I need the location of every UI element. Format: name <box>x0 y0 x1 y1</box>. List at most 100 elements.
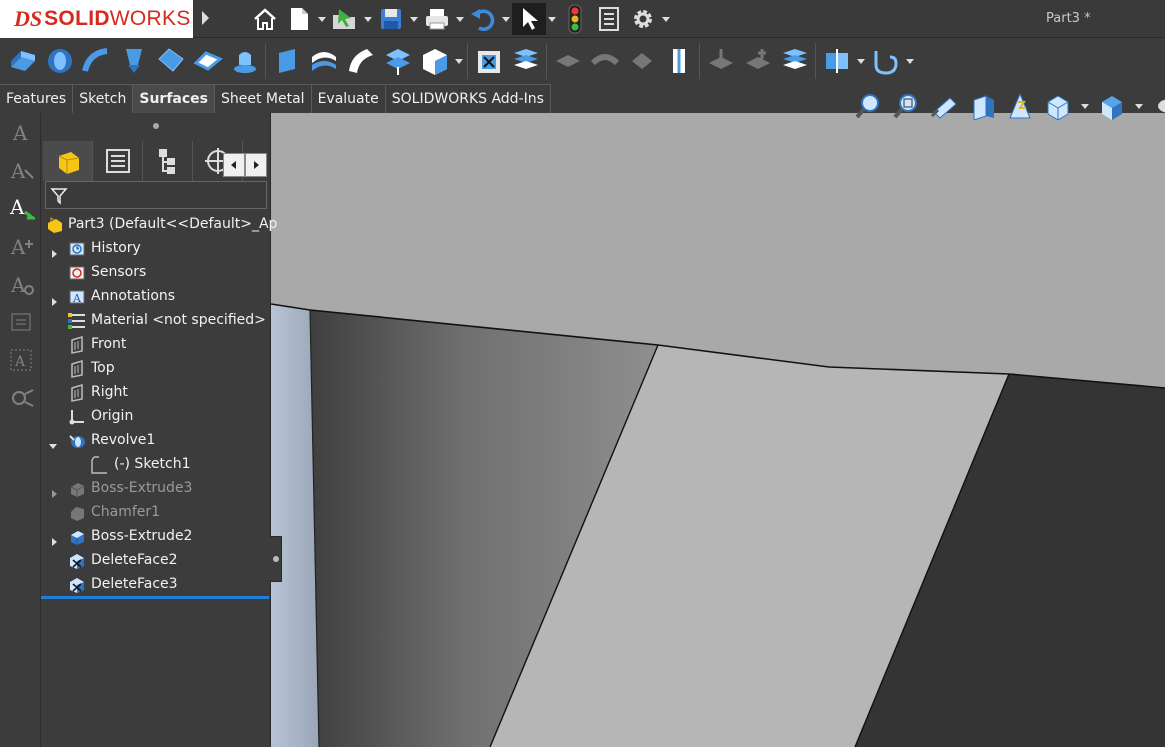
split-line-icon[interactable] <box>818 41 855 81</box>
tree-item-boss-extrude2[interactable]: Boss-Extrude2 <box>41 525 271 549</box>
note-icon[interactable]: A <box>0 151 41 189</box>
tab-evaluate[interactable]: Evaluate <box>311 84 386 113</box>
property-manager-tab-icon[interactable] <box>93 141 143 181</box>
tree-item-deleteface2[interactable]: DeleteFace2 <box>41 549 271 573</box>
save-icon[interactable] <box>374 3 408 35</box>
tree-item-right-plane[interactable]: Right <box>41 381 271 405</box>
revolved-surface-icon[interactable] <box>41 41 78 81</box>
thicken-icon[interactable] <box>660 41 697 81</box>
model-geometry[interactable] <box>271 113 1165 747</box>
view-orientation-dropdown[interactable] <box>1079 90 1091 122</box>
panel-resize-handle[interactable] <box>270 536 282 582</box>
tree-filter-field[interactable] <box>45 181 267 209</box>
section-view-icon[interactable] <box>965 89 999 123</box>
tree-item-chamfer1[interactable]: Chamfer1 <box>41 501 271 525</box>
select-arrow-icon[interactable] <box>512 3 546 35</box>
auto-dimension-icon[interactable]: A <box>0 189 41 227</box>
rollback-bar[interactable] <box>41 596 269 599</box>
tab-sheet-metal[interactable]: Sheet Metal <box>215 84 312 113</box>
zoom-to-area-icon[interactable] <box>889 89 923 123</box>
surface-flatten-icon[interactable] <box>379 41 416 81</box>
replace-face-icon[interactable] <box>470 41 507 81</box>
annotation-grid-icon[interactable]: A <box>0 227 41 265</box>
scroll-right-icon[interactable] <box>245 153 267 177</box>
save-dropdown[interactable] <box>408 3 420 35</box>
zoom-to-fit-icon[interactable] <box>851 89 885 123</box>
tab-features[interactable]: Features <box>0 84 74 113</box>
tree-item-part[interactable]: Part3 (Default<<Default>_Ap <box>41 213 277 237</box>
mid-surface-icon[interactable] <box>776 41 813 81</box>
open-dropdown[interactable] <box>362 3 374 35</box>
untrim-surface-icon[interactable] <box>586 41 623 81</box>
undo-dropdown[interactable] <box>500 3 512 35</box>
previous-view-icon[interactable] <box>927 89 961 123</box>
expand-arrow-icon[interactable] <box>49 484 59 498</box>
tree-item-sensors[interactable]: Sensors <box>41 261 271 285</box>
options-dropdown[interactable] <box>660 3 672 35</box>
tree-item-top-plane[interactable]: Top <box>41 357 271 381</box>
filter-icon[interactable] <box>50 187 68 209</box>
menu-expand-arrow-icon[interactable] <box>196 6 214 30</box>
scroll-left-icon[interactable] <box>223 153 245 177</box>
panel-grip[interactable] <box>41 113 271 139</box>
tree-item-annotations[interactable]: A Annotations <box>41 285 271 309</box>
display-style-icon[interactable] <box>1095 89 1129 123</box>
rebuild-traffic-light-icon[interactable] <box>558 3 592 35</box>
tree-item-sketch1[interactable]: (-) Sketch1 <box>41 453 271 477</box>
tab-surfaces[interactable]: Surfaces <box>133 84 215 113</box>
select-dropdown[interactable] <box>546 3 558 35</box>
delete-face-dropdown[interactable] <box>453 45 465 77</box>
filled-surface-icon[interactable] <box>189 41 226 81</box>
tab-solidworks-add-ins[interactable]: SOLIDWORKS Add-Ins <box>385 84 551 113</box>
print-icon[interactable] <box>420 3 454 35</box>
swept-surface-icon[interactable] <box>78 41 115 81</box>
cut-with-surface-icon[interactable] <box>702 41 739 81</box>
dynamic-annotation-view-icon[interactable] <box>1003 89 1037 123</box>
collapse-arrow-icon[interactable] <box>48 436 58 449</box>
expand-arrow-icon[interactable] <box>49 244 59 258</box>
feature-manager-tab-icon[interactable] <box>43 141 93 181</box>
delete-face-icon[interactable] <box>416 41 453 81</box>
home-icon[interactable] <box>248 3 282 35</box>
tree-item-material[interactable]: Material <not specified> <box>41 309 271 333</box>
smart-dimension-icon[interactable]: A <box>0 113 41 151</box>
expand-arrow-icon[interactable] <box>49 292 59 306</box>
hide-show-items-icon[interactable] <box>1149 89 1165 123</box>
open-document-icon[interactable] <box>328 3 362 35</box>
tree-item-origin[interactable]: Origin <box>41 405 271 429</box>
geometric-tolerance-icon[interactable]: A <box>0 341 41 379</box>
tab-sketch[interactable]: Sketch <box>73 84 134 113</box>
tree-item-history[interactable]: History <box>41 237 271 261</box>
split-line-dropdown[interactable] <box>855 45 867 77</box>
print-dropdown[interactable] <box>454 3 466 35</box>
undo-icon[interactable] <box>466 3 500 35</box>
extend-surface-icon[interactable] <box>507 41 544 81</box>
curves-dropdown[interactable] <box>904 45 916 77</box>
configuration-manager-tab-icon[interactable] <box>143 141 193 181</box>
expand-arrow-icon[interactable] <box>49 532 59 546</box>
weld-symbol-icon[interactable]: A <box>0 265 41 303</box>
display-style-dropdown[interactable] <box>1133 90 1145 122</box>
boundary-surface-icon[interactable] <box>152 41 189 81</box>
freeform-icon[interactable] <box>226 41 263 81</box>
datum-icon[interactable] <box>0 303 41 341</box>
options-gear-icon[interactable] <box>626 3 660 35</box>
tree-item-front-plane[interactable]: Front <box>41 333 271 357</box>
graphics-area[interactable] <box>271 113 1165 747</box>
thickened-cut-icon[interactable] <box>739 41 776 81</box>
view-orientation-icon[interactable] <box>1041 89 1075 123</box>
lofted-surface-icon[interactable] <box>115 41 152 81</box>
new-document-icon[interactable] <box>282 3 316 35</box>
curves-icon[interactable] <box>867 41 904 81</box>
offset-surface-icon[interactable] <box>305 41 342 81</box>
surface-finish-icon[interactable] <box>0 379 41 417</box>
tree-item-deleteface3[interactable]: DeleteFace3 <box>41 573 271 597</box>
tree-item-boss-extrude3[interactable]: Boss-Extrude3 <box>41 477 271 501</box>
new-dropdown[interactable] <box>316 3 328 35</box>
file-properties-icon[interactable] <box>592 3 626 35</box>
planar-surface-icon[interactable] <box>268 41 305 81</box>
tree-item-revolve1[interactable]: Revolve1 <box>41 429 271 453</box>
solidworks-logo[interactable]: DS SOLIDWORKS <box>0 0 193 38</box>
knit-surface-icon[interactable] <box>623 41 660 81</box>
trim-surface-icon[interactable] <box>549 41 586 81</box>
